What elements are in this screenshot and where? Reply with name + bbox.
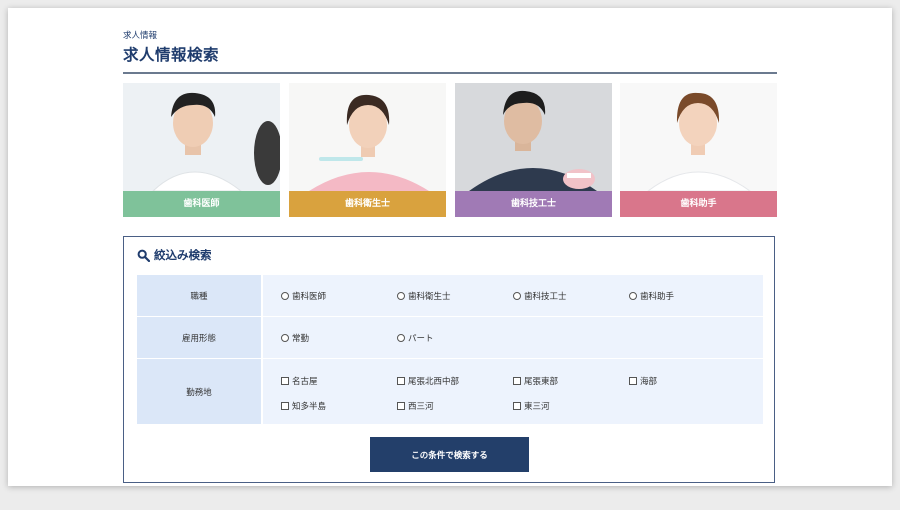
row-label-work-location: 勤務地	[137, 359, 261, 424]
option-label: 知多半島	[292, 402, 327, 412]
header-divider	[123, 72, 777, 74]
checkbox-square[interactable]	[281, 402, 289, 410]
page-card: 求人情報 求人情報検索 歯科医師 歯科衛生士 歯科技工士 歯科助手 絞込み検索 …	[8, 8, 892, 486]
radio-circle[interactable]	[397, 292, 405, 300]
category-label-assistant: 歯科助手	[620, 191, 777, 217]
category-tile-hygienist[interactable]: 歯科衛生士	[289, 83, 446, 217]
technician-photo	[455, 83, 612, 191]
option-label: 常勤	[292, 334, 310, 344]
radio-circle[interactable]	[513, 292, 521, 300]
assistant-photo	[620, 83, 777, 191]
checkbox-square[interactable]	[629, 377, 637, 385]
category-tile-technician[interactable]: 歯科技工士	[455, 83, 612, 217]
refine-search-title: 絞込み検索	[154, 248, 212, 262]
radio-job-hygienist[interactable]: 歯科衛生士	[397, 290, 451, 302]
row-label-job-type: 職種	[137, 275, 261, 316]
radio-circle[interactable]	[281, 334, 289, 342]
search-submit-button[interactable]: この条件で検索する	[370, 437, 529, 472]
option-label: 尾張東部	[524, 377, 559, 387]
option-label: 東三河	[524, 402, 550, 412]
checkbox-location-chita[interactable]: 知多半島	[281, 400, 326, 412]
category-label-technician: 歯科技工士	[455, 191, 612, 217]
job-type-options: 歯科医師 歯科衛生士 歯科技工士 歯科助手	[263, 275, 763, 316]
radio-job-dentist[interactable]: 歯科医師	[281, 290, 326, 302]
checkbox-location-owari-east[interactable]: 尾張東部	[513, 375, 558, 387]
employment-type-options: 常勤 パート	[263, 317, 763, 358]
option-label: 歯科衛生士	[408, 292, 451, 302]
option-label: 名古屋	[292, 377, 318, 387]
row-label-employment-type: 雇用形態	[137, 317, 261, 358]
checkbox-location-nishimikawa[interactable]: 西三河	[397, 400, 434, 412]
row-job-type: 職種 歯科医師 歯科衛生士 歯科技工士 歯科助手	[137, 275, 763, 316]
checkbox-square[interactable]	[397, 402, 405, 410]
checkbox-location-owari-northwest[interactable]: 尾張北西中部	[397, 375, 459, 387]
option-label: 歯科医師	[292, 292, 327, 302]
row-work-location: 勤務地 名古屋 尾張北西中部 尾張東部 海部 知多半島 西三河 東三河	[137, 359, 763, 424]
refine-search-header: 絞込み検索	[137, 247, 212, 263]
refine-search-panel: 絞込み検索 職種 歯科医師 歯科衛生士 歯科技工士 歯科助手 雇用形態 常勤 パ…	[123, 236, 775, 483]
checkbox-location-nagoya[interactable]: 名古屋	[281, 375, 318, 387]
radio-employment-fulltime[interactable]: 常勤	[281, 332, 309, 344]
radio-employment-parttime[interactable]: パート	[397, 332, 434, 344]
hygienist-photo	[289, 83, 446, 191]
category-tile-dentist[interactable]: 歯科医師	[123, 83, 280, 217]
checkbox-square[interactable]	[513, 402, 521, 410]
option-label: 歯科助手	[640, 292, 675, 302]
checkbox-location-higashimikawa[interactable]: 東三河	[513, 400, 550, 412]
row-employment-type: 雇用形態 常勤 パート	[137, 317, 763, 358]
category-tile-assistant[interactable]: 歯科助手	[620, 83, 777, 217]
option-label: 尾張北西中部	[408, 377, 460, 387]
option-label: パート	[408, 334, 434, 344]
option-label: 歯科技工士	[524, 292, 567, 302]
section-subtitle: 求人情報	[123, 31, 158, 41]
radio-circle[interactable]	[281, 292, 289, 300]
checkbox-square[interactable]	[513, 377, 521, 385]
option-label: 西三河	[408, 402, 434, 412]
category-label-dentist: 歯科医師	[123, 191, 280, 217]
checkbox-square[interactable]	[281, 377, 289, 385]
page-title: 求人情報検索	[123, 46, 220, 64]
category-tiles: 歯科医師 歯科衛生士 歯科技工士 歯科助手	[123, 83, 777, 217]
radio-circle[interactable]	[397, 334, 405, 342]
dentist-photo	[123, 83, 280, 191]
checkbox-location-ama[interactable]: 海部	[629, 375, 657, 387]
work-location-options: 名古屋 尾張北西中部 尾張東部 海部 知多半島 西三河 東三河	[263, 359, 763, 424]
checkbox-square[interactable]	[397, 377, 405, 385]
search-icon	[137, 249, 150, 262]
radio-job-assistant[interactable]: 歯科助手	[629, 290, 674, 302]
radio-job-technician[interactable]: 歯科技工士	[513, 290, 567, 302]
option-label: 海部	[640, 377, 658, 387]
category-label-hygienist: 歯科衛生士	[289, 191, 446, 217]
radio-circle[interactable]	[629, 292, 637, 300]
